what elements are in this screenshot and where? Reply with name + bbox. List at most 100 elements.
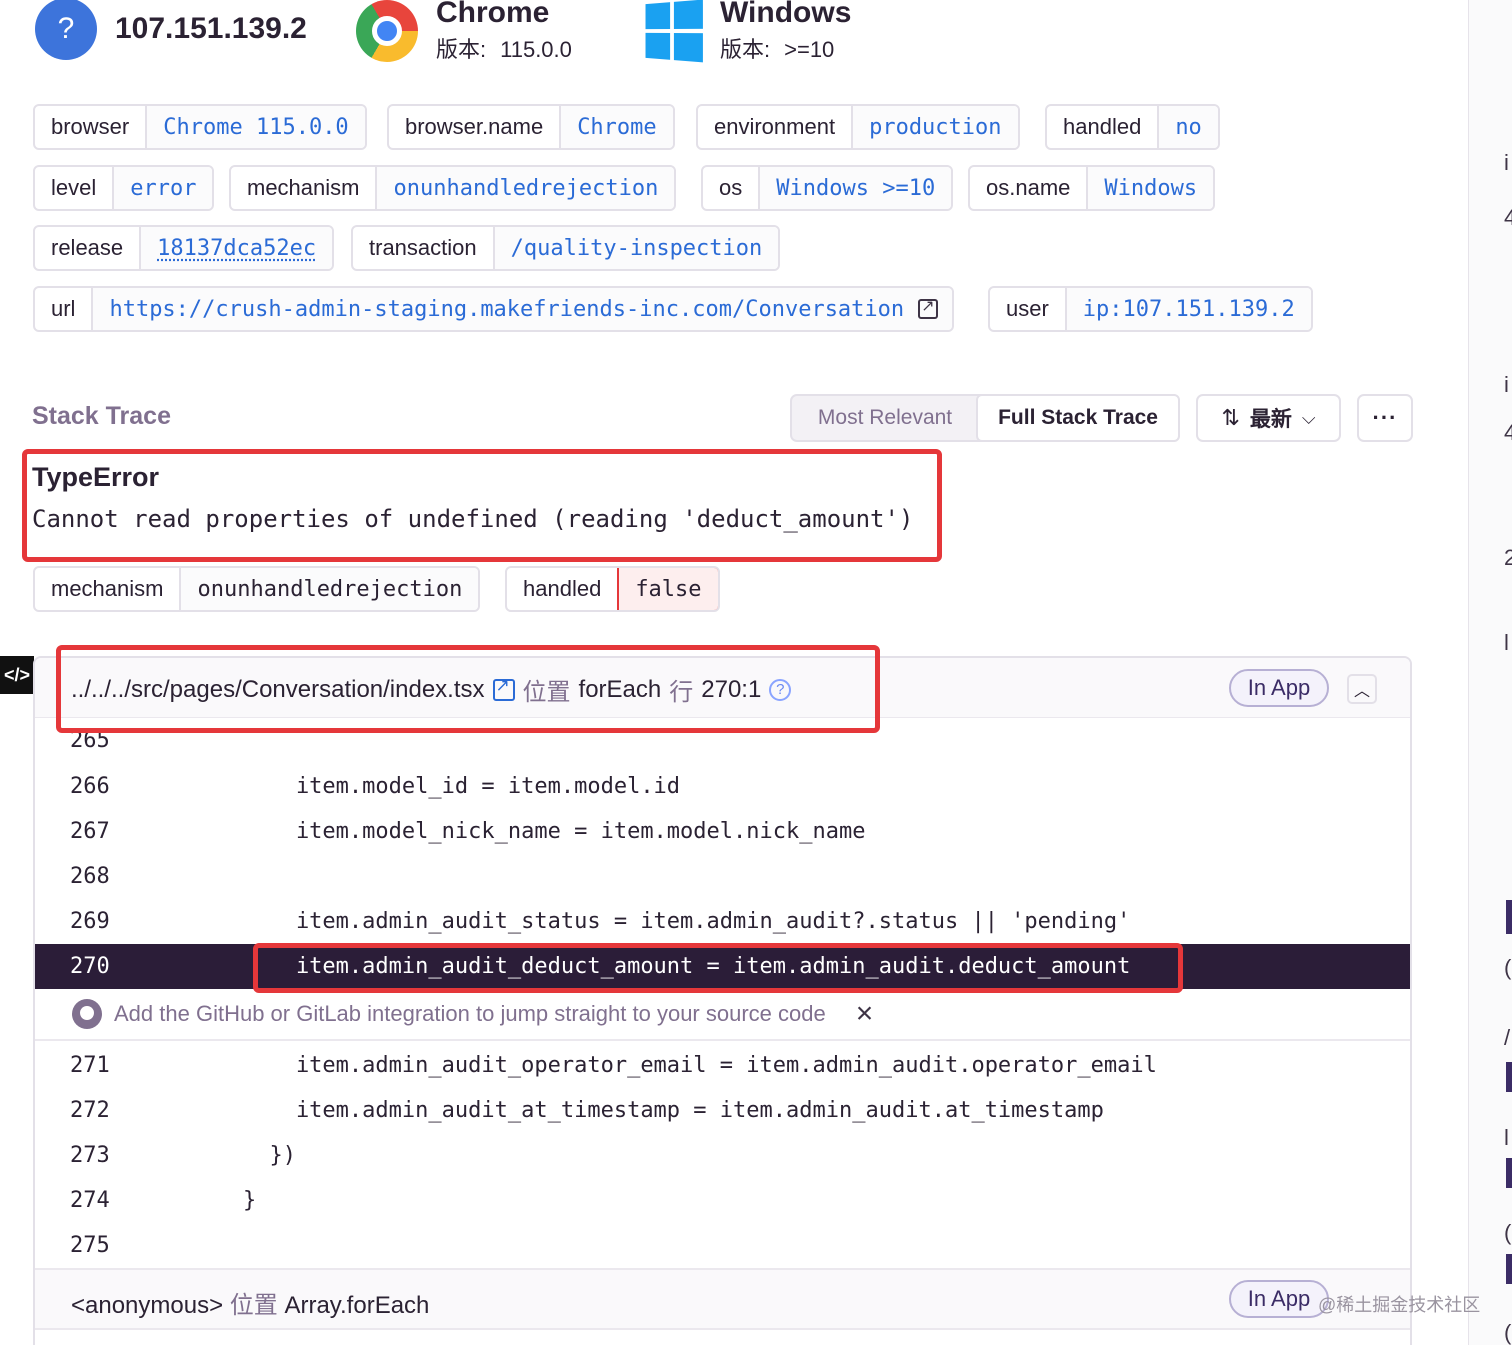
tag-key: url bbox=[35, 288, 94, 330]
os-name: Windows bbox=[720, 0, 852, 29]
more-options-button[interactable]: ··· bbox=[1357, 394, 1413, 442]
code-badge[interactable]: </> bbox=[0, 656, 34, 694]
stack-trace-title: Stack Trace bbox=[32, 402, 171, 430]
frame2-function: <anonymous> bbox=[71, 1292, 224, 1319]
tag-value[interactable]: error bbox=[114, 167, 213, 209]
edge-char: ( bbox=[1504, 1220, 1512, 1245]
tag-key: transaction bbox=[353, 227, 495, 269]
edge-char: l bbox=[1504, 630, 1509, 655]
tag-key: browser.name bbox=[389, 106, 562, 148]
error-tag-handled[interactable]: handled false bbox=[505, 566, 720, 612]
stack-frame-anonymous[interactable]: <anonymous> 位置 Array.forEach In App bbox=[35, 1268, 1410, 1330]
tag-value[interactable]: /quality-inspection bbox=[494, 227, 779, 269]
code-line: 266 item.model_id = item.model.id bbox=[70, 774, 681, 799]
ip-summary: ? 107.151.139.2 bbox=[35, 0, 307, 60]
browser-version: 115.0.0 bbox=[500, 37, 572, 62]
chevron-up-icon[interactable]: ︿ bbox=[1347, 674, 1377, 704]
tag-mechanism[interactable]: mechanism onunhandledrejection bbox=[229, 165, 677, 211]
tag-value[interactable]: no bbox=[1159, 106, 1218, 148]
tag-key: release bbox=[35, 227, 142, 269]
code-line: 272 item.admin_audit_at_timestamp = item… bbox=[70, 1098, 1104, 1123]
frame-highlight-box bbox=[56, 645, 880, 733]
edge-char: 4 bbox=[1504, 205, 1512, 230]
tag-handled[interactable]: handled no bbox=[1045, 104, 1220, 150]
tag-browser[interactable]: browser Chrome 115.0.0 bbox=[33, 104, 367, 150]
tag-key: browser bbox=[35, 106, 148, 148]
code-line: 271 item.admin_audit_operator_email = it… bbox=[70, 1053, 1157, 1078]
integration-notice-text[interactable]: Add the GitHub or GitLab integration to … bbox=[114, 1001, 826, 1027]
tag-key: handled bbox=[1047, 106, 1160, 148]
tag-value[interactable]: Chrome bbox=[561, 106, 673, 148]
line-highlight-box bbox=[253, 943, 1183, 993]
frame2-at-label: 位置 bbox=[229, 1292, 278, 1319]
tag-user[interactable]: user ip:107.151.139.2 bbox=[988, 286, 1313, 332]
browser-version-label: 版本: bbox=[436, 37, 487, 62]
tag-value[interactable]: false bbox=[617, 568, 718, 610]
tag-key: level bbox=[35, 167, 115, 209]
external-link-icon[interactable] bbox=[918, 296, 939, 319]
tag-value[interactable]: ip:107.151.139.2 bbox=[1066, 288, 1311, 330]
edge-char: i bbox=[1504, 150, 1509, 175]
edge-char: / bbox=[1504, 1025, 1511, 1050]
tag-value[interactable]: onunhandledrejection bbox=[377, 167, 675, 209]
tag-value[interactable]: production bbox=[853, 106, 1018, 148]
browser-summary: Chrome 版本: 115.0.0 bbox=[356, 0, 572, 64]
tag-release[interactable]: release 18137dca52ec bbox=[33, 225, 335, 271]
tag-value[interactable]: 18137dca52ec bbox=[141, 227, 333, 269]
ip-address: 107.151.139.2 bbox=[115, 12, 307, 45]
tag-key: os bbox=[703, 167, 761, 209]
tag-os[interactable]: os Windows >=10 bbox=[701, 165, 954, 211]
tag-key: os.name bbox=[970, 167, 1089, 209]
edge-accent-bar bbox=[1506, 900, 1512, 934]
close-icon[interactable]: × bbox=[856, 998, 874, 1029]
tag-browser-name[interactable]: browser.name Chrome bbox=[387, 104, 675, 150]
tag-key: mechanism bbox=[231, 167, 378, 209]
in-app-badge: In App bbox=[1229, 669, 1329, 707]
tag-value[interactable]: Chrome 115.0.0 bbox=[147, 106, 365, 148]
chrome-logo-icon bbox=[356, 0, 418, 62]
tag-environment[interactable]: environment production bbox=[696, 104, 1020, 150]
edge-char: 2 bbox=[1504, 545, 1512, 570]
watermark: @稀土掘金技术社区 bbox=[1318, 1295, 1481, 1315]
edge-char: i bbox=[1504, 372, 1509, 397]
tag-url[interactable]: url https://crush-admin-staging.makefrie… bbox=[33, 286, 955, 332]
edge-char: l bbox=[1504, 1125, 1509, 1150]
error-highlight-box bbox=[22, 449, 942, 562]
os-version: >=10 bbox=[784, 37, 835, 62]
edge-accent-bar bbox=[1506, 1062, 1512, 1092]
tag-value[interactable]: Windows >=10 bbox=[760, 167, 952, 209]
tag-os-name[interactable]: os.name Windows bbox=[968, 165, 1216, 211]
frame2-target: Array.forEach bbox=[284, 1292, 430, 1319]
stack-frame-panel: ../../../src/pages/Conversation/index.ts… bbox=[33, 656, 1412, 1345]
tag-value[interactable]: https://crush-admin-staging.makefriends-… bbox=[109, 297, 904, 322]
stack-view-toggle: Most Relevant Full Stack Trace bbox=[790, 394, 1180, 442]
code-line: 275 bbox=[70, 1233, 110, 1258]
edge-char: ( bbox=[1504, 1320, 1512, 1345]
tag-key: handled bbox=[507, 568, 620, 610]
os-summary: Windows 版本: >=10 bbox=[642, 0, 851, 64]
sort-label: 最新 bbox=[1249, 408, 1292, 431]
code-line: 268 bbox=[70, 864, 110, 889]
windows-logo-icon bbox=[645, 0, 703, 63]
tag-level[interactable]: level error bbox=[33, 165, 215, 211]
browser-name: Chrome bbox=[436, 0, 550, 29]
most-relevant-option[interactable]: Most Relevant bbox=[792, 396, 978, 440]
tag-value[interactable]: onunhandledrejection bbox=[181, 568, 479, 610]
question-icon: ? bbox=[35, 0, 97, 60]
in-app-badge: In App bbox=[1229, 1280, 1329, 1318]
full-stack-trace-option[interactable]: Full Stack Trace bbox=[976, 394, 1180, 442]
integration-notice: Add the GitHub or GitLab integration to … bbox=[35, 988, 1410, 1041]
code-line: 267 item.model_nick_name = item.model.ni… bbox=[70, 819, 866, 844]
code-line: 274 } bbox=[70, 1188, 257, 1213]
sort-dropdown[interactable]: ⇅ 最新 ⌵ bbox=[1196, 394, 1341, 442]
tag-key: environment bbox=[698, 106, 854, 148]
os-version-label: 版本: bbox=[720, 37, 771, 62]
code-line: 273 }) bbox=[70, 1143, 296, 1168]
tag-key: user bbox=[990, 288, 1067, 330]
tag-transaction[interactable]: transaction /quality-inspection bbox=[351, 225, 781, 271]
error-tag-mechanism[interactable]: mechanism onunhandledrejection bbox=[33, 566, 481, 612]
edge-accent-bar bbox=[1506, 1158, 1512, 1188]
sort-arrows-icon: ⇅ bbox=[1221, 405, 1240, 430]
tag-key: mechanism bbox=[35, 568, 182, 610]
tag-value[interactable]: Windows bbox=[1088, 167, 1214, 209]
